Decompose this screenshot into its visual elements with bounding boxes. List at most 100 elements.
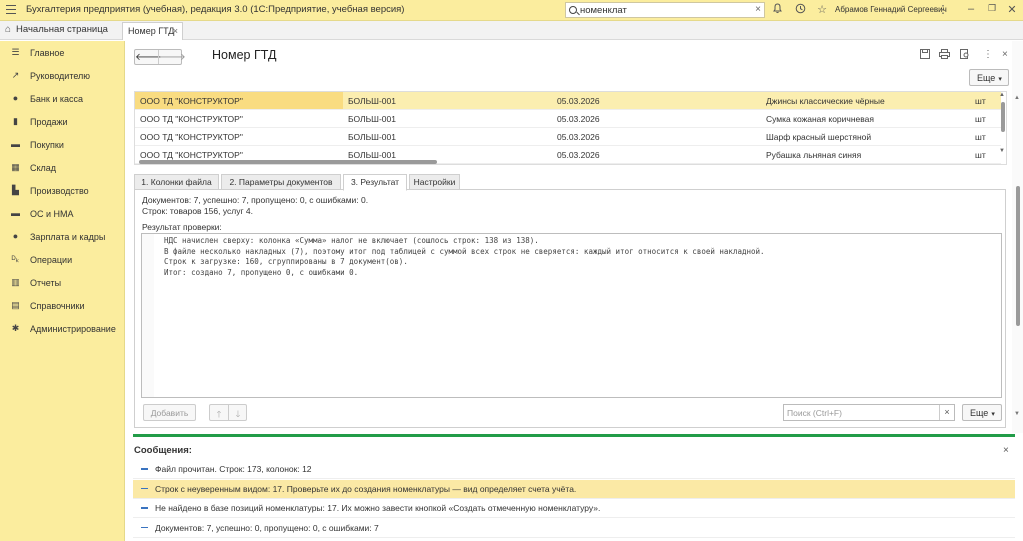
table-cell-org: ООО ТД "КОНСТРУКТОР" xyxy=(140,132,243,142)
main-menu-icon[interactable] xyxy=(6,5,16,15)
summary-rows: Строк: товаров 156, услуг 4. xyxy=(142,206,254,216)
close-tab-icon[interactable]: × xyxy=(173,26,178,36)
message-item[interactable]: Файл прочитан. Строк: 173, колонок: 12 xyxy=(133,460,1015,479)
sections-sidebar: ☰ Главное ↗ Руководителю ● Банк и касса ▮ Прода… xyxy=(0,41,125,541)
message-item[interactable]: Документов: 7, успешно: 0, пропущено: 0,… xyxy=(133,519,1015,538)
tab-gtd-number[interactable]: Номер ГТД × xyxy=(122,22,183,40)
table-row[interactable]: ООО ТД "КОНСТРУКТОР" БОЛЬШ-001 05.03.2026 Д… xyxy=(135,92,1001,110)
sidebar-item[interactable]: ● Зарплата и кадры xyxy=(0,227,125,247)
messages-divider[interactable] xyxy=(133,434,1015,437)
book-icon: ▤ xyxy=(11,300,20,310)
sidebar-item[interactable]: ✱ Администрирование xyxy=(0,319,125,339)
basket-icon: ▬ xyxy=(11,139,20,149)
sidebar-item[interactable]: ▬ ОС и НМА xyxy=(0,204,125,224)
search-doc-icon[interactable] xyxy=(960,49,970,62)
sidebar-item-label: Операции xyxy=(30,255,73,265)
forward-arrow-icon[interactable]: 🡒 xyxy=(159,51,186,63)
table-cell-unit: шт xyxy=(975,114,986,124)
more-button-bottom[interactable]: Еще ▾ xyxy=(962,404,1002,421)
sidebar-item[interactable]: ☰ Главное xyxy=(0,43,125,63)
tab-settings[interactable]: Настройки xyxy=(409,174,460,190)
favorites-star-icon[interactable]: ☆ xyxy=(815,3,829,16)
sidebar-item[interactable]: ▮ Продажи xyxy=(0,112,125,132)
table-cell-unit: шт xyxy=(975,96,986,106)
sidebar-item[interactable]: ● Банк и касса xyxy=(0,89,125,109)
close-messages-icon[interactable]: × xyxy=(1003,445,1009,456)
tab-document-params[interactable]: 2. Параметры документов xyxy=(221,174,341,190)
history-icon[interactable] xyxy=(793,3,807,17)
sidebar-item[interactable]: ↗ Руководителю xyxy=(0,66,125,86)
warehouse-icon: ▦ xyxy=(11,162,20,172)
bar-chart-icon: ▥ xyxy=(11,277,20,287)
close-window-icon[interactable]: ✕ xyxy=(1005,3,1019,16)
sidebar-item-label: Руководителю xyxy=(30,71,91,81)
settings-menu-icon[interactable]: ⋮ xyxy=(936,3,950,16)
table-cell-unit: шт xyxy=(975,132,986,142)
table-horizontal-scrollbar[interactable] xyxy=(134,158,1000,165)
sidebar-item[interactable]: ▙ Производство xyxy=(0,181,125,201)
scroll-up-icon[interactable]: ▲ xyxy=(1014,95,1020,101)
scroll-down-icon[interactable]: ▼ xyxy=(999,148,1005,154)
minimize-icon[interactable]: – xyxy=(964,3,978,15)
add-button[interactable]: Добавить xyxy=(143,404,196,421)
form-vertical-scrollbar[interactable]: ▲ ▼ xyxy=(1012,41,1023,433)
tab-home[interactable]: ⌂ Начальная страница xyxy=(5,24,108,35)
move-up-icon[interactable]: 🡑 xyxy=(210,407,228,423)
nav-buttons: 🡐 🡒 xyxy=(134,49,186,65)
messages-title: Сообщения: xyxy=(134,445,192,456)
message-text: Не найдено в базе позиций номенклатуры: … xyxy=(155,503,601,513)
sidebar-item-label: Администрирование xyxy=(30,324,116,334)
form-area: 🡐 🡒 Номер ГТД ⋮ × Еще ▾ ООО ТД "КОНСТРУКТ… xyxy=(126,41,1023,433)
person-icon: ● xyxy=(12,231,19,241)
form-title: Номер ГТД xyxy=(212,48,277,62)
table-row[interactable]: ООО ТД "КОНСТРУКТОР" БОЛЬШ-001 05.03.2026 С… xyxy=(135,110,1001,128)
move-buttons: 🡑 🡓 xyxy=(209,404,247,421)
result-check-text[interactable]: НДС начислен сверху: колонка «Сумма» нал… xyxy=(141,233,1002,398)
global-search-input[interactable]: номенклат × xyxy=(565,2,765,18)
clear-search-icon[interactable]: × xyxy=(755,4,761,15)
form-close-icon[interactable]: × xyxy=(1002,49,1008,60)
dt-kt-icon: ᴰₖ xyxy=(11,254,20,264)
print-icon[interactable] xyxy=(939,49,950,62)
app-title: Бухгалтерия предприятия (учебная), редак… xyxy=(26,4,405,15)
bell-icon[interactable] xyxy=(770,3,784,17)
scroll-up-icon[interactable]: ▲ xyxy=(999,92,1005,98)
table-cell-date: 05.03.2026 xyxy=(557,114,600,124)
search-icon xyxy=(569,6,577,14)
user-name[interactable]: Абрамов Геннадий Сергеевич xyxy=(835,5,947,14)
more-button[interactable]: Еще ▾ xyxy=(969,69,1009,86)
message-item[interactable]: Строк с неуверенным видом: 17. Проверьте… xyxy=(133,479,1015,499)
form-menu-icon[interactable]: ⋮ xyxy=(983,49,993,60)
table-cell-item: Джинсы классические чёрные xyxy=(766,96,885,106)
sidebar-item[interactable]: ▬ Покупки xyxy=(0,135,125,155)
back-arrow-icon[interactable]: 🡐 xyxy=(135,51,162,63)
chevron-down-icon: ▾ xyxy=(991,411,995,418)
find-input[interactable]: Поиск (Ctrl+F) × xyxy=(783,404,955,421)
tab-file-columns[interactable]: 1. Колонки файла xyxy=(134,174,219,190)
restore-icon[interactable]: ❐ xyxy=(985,3,999,14)
message-dash-icon xyxy=(141,487,148,489)
open-tabs-bar: ⌂ Начальная страница Номер ГТД × xyxy=(0,21,1023,40)
sidebar-item-label: ОС и НМА xyxy=(30,209,74,219)
sidebar-item[interactable]: ▥ Отчеты xyxy=(0,273,125,293)
move-down-icon[interactable]: 🡓 xyxy=(229,407,247,423)
clear-find-icon[interactable]: × xyxy=(939,405,954,420)
table-cell-org: ООО ТД "КОНСТРУКТОР" xyxy=(140,114,243,124)
sidebar-item[interactable]: ▤ Справочники xyxy=(0,296,125,316)
sidebar-item-label: Продажи xyxy=(30,117,68,127)
message-item[interactable]: Не найдено в базе позиций номенклатуры: … xyxy=(133,499,1015,518)
table-cell-doc: БОЛЬШ-001 xyxy=(348,114,396,124)
sidebar-item[interactable]: ᴰₖ Операции xyxy=(0,250,125,270)
table-cell-date: 05.03.2026 xyxy=(557,96,600,106)
table-row[interactable]: ООО ТД "КОНСТРУКТОР" БОЛЬШ-001 05.03.2026 Ш… xyxy=(135,128,1001,146)
more-label-bottom: Еще xyxy=(970,408,989,418)
sidebar-item-label: Зарплата и кадры xyxy=(30,232,106,242)
coin-icon: ● xyxy=(12,93,19,103)
sidebar-item[interactable]: ▦ Склад xyxy=(0,158,125,178)
tab-result[interactable]: 3. Результат xyxy=(343,174,407,191)
table-vertical-scrollbar[interactable]: ▲ ▼ xyxy=(999,92,1007,164)
scroll-down-icon[interactable]: ▼ xyxy=(1014,411,1020,417)
more-label: Еще xyxy=(977,73,996,83)
trend-icon: ↗ xyxy=(11,70,20,80)
save-icon[interactable] xyxy=(920,49,930,62)
